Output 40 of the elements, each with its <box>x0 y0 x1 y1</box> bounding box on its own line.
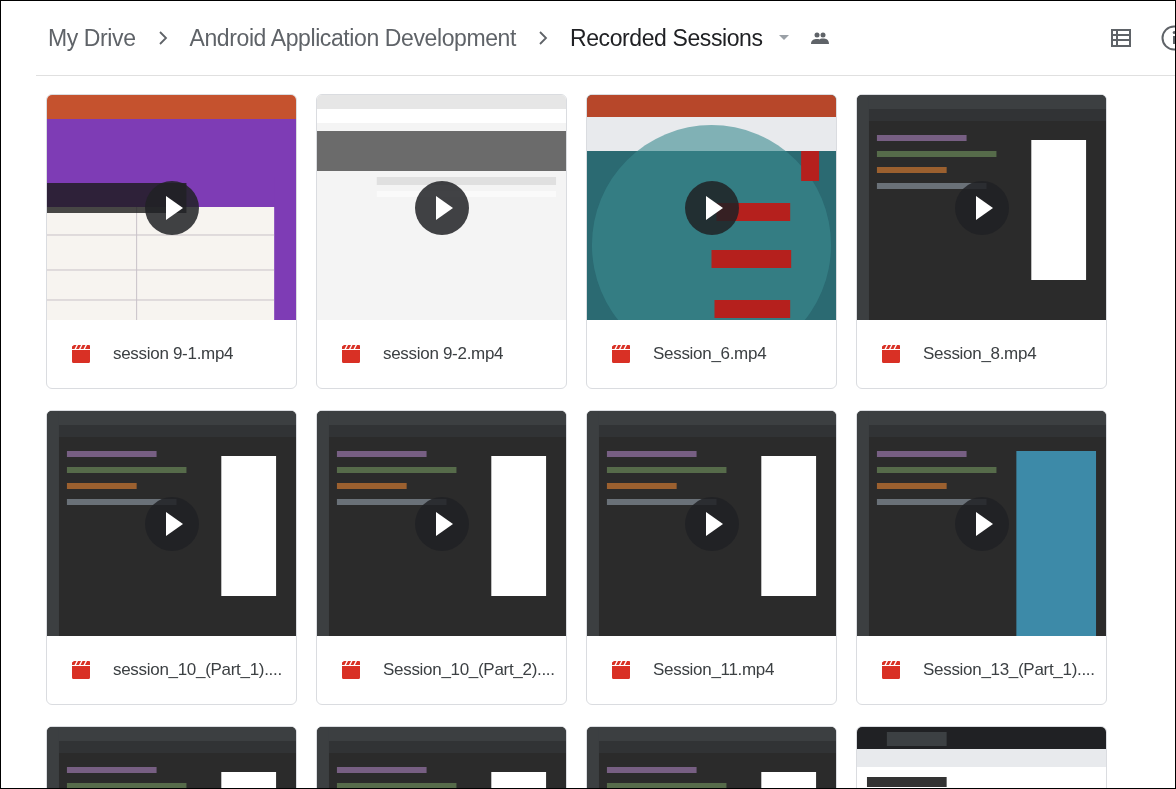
breadcrumb-link[interactable]: Recorded Sessions <box>565 20 767 56</box>
video-file-icon <box>611 661 631 679</box>
file-name: Session_11.mp4 <box>653 660 775 680</box>
file-name: session 9-1.mp4 <box>113 344 234 364</box>
play-icon[interactable] <box>954 496 1009 551</box>
video-file-icon <box>341 345 361 363</box>
chevron-icon <box>537 31 548 45</box>
file-name: Session_6.mp4 <box>653 344 767 364</box>
play-icon[interactable] <box>684 496 739 551</box>
file-name: Session_10_(Part_2).... <box>383 660 555 680</box>
list-view-icon[interactable] <box>1111 29 1131 47</box>
video-file-icon <box>611 345 631 363</box>
play-icon[interactable] <box>414 180 469 235</box>
file-name: session 9-2.mp4 <box>383 344 504 364</box>
file-card[interactable]: Session_6.mp4 <box>586 94 837 389</box>
play-icon[interactable] <box>144 496 199 551</box>
people-icon <box>810 32 829 44</box>
video-file-icon <box>341 661 361 679</box>
video-file-icon <box>71 661 91 679</box>
video-file-icon <box>71 345 91 363</box>
file-card[interactable]: session 9-2.mp4 <box>316 94 567 389</box>
breadcrumb-link[interactable]: Android Application Development <box>185 20 520 56</box>
play-icon[interactable] <box>954 180 1009 235</box>
file-name: Session_13_(Part_1).... <box>923 660 1095 680</box>
file-name: Session_8.mp4 <box>923 344 1037 364</box>
video-file-icon <box>881 345 901 363</box>
play-icon[interactable] <box>684 180 739 235</box>
file-name: session_10_(Part_1).... <box>113 660 282 680</box>
file-card[interactable]: session_10_(Part_1).... <box>46 410 297 705</box>
file-card[interactable]: Session_8.mp4 <box>856 94 1107 389</box>
video-file-icon <box>881 661 901 679</box>
file-card[interactable]: Session_11.mp4 <box>586 410 837 705</box>
file-card[interactable]: Session_10_(Part_2).... <box>316 410 567 705</box>
caret-icon[interactable] <box>778 35 789 41</box>
play-icon[interactable] <box>414 496 469 551</box>
file-card[interactable]: Session_13_(Part_1).... <box>856 410 1107 705</box>
play-icon[interactable] <box>144 180 199 235</box>
chevron-icon <box>157 31 168 45</box>
file-card[interactable]: session 9-1.mp4 <box>46 94 297 389</box>
breadcrumb-link[interactable]: My Drive <box>44 20 140 56</box>
